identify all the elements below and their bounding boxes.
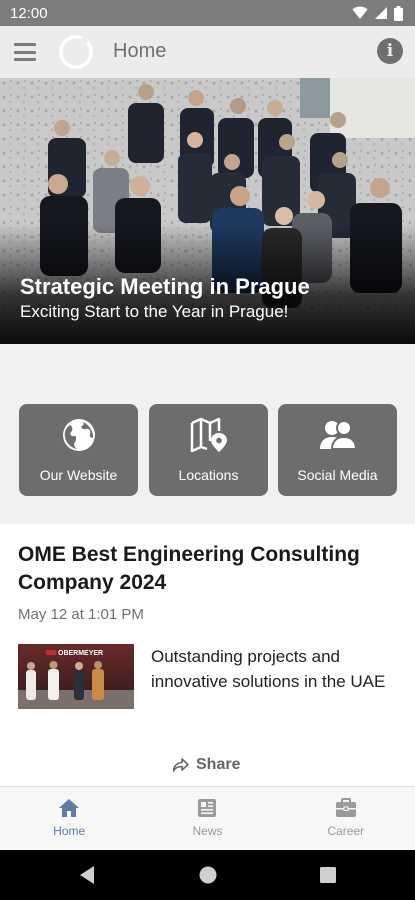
share-icon xyxy=(172,758,189,772)
quick-links: Our Website Locations Social Media xyxy=(0,344,415,524)
status-time: 12:00 xyxy=(10,4,48,22)
people-icon xyxy=(319,420,357,450)
back-icon[interactable] xyxy=(78,865,96,885)
nav-label: News xyxy=(192,824,223,838)
nav-career[interactable]: Career xyxy=(277,787,415,850)
map-pin-icon xyxy=(190,417,227,453)
nav-home[interactable]: Home xyxy=(0,787,138,850)
share-label: Share xyxy=(196,756,241,773)
cellular-icon xyxy=(375,7,387,19)
home-circle-icon[interactable] xyxy=(198,865,218,885)
news-date: May 12 at 1:01 PM xyxy=(18,606,144,623)
status-icons xyxy=(352,5,403,21)
our-website-button[interactable]: Our Website xyxy=(19,404,138,496)
app-logo xyxy=(59,35,93,69)
nav-label: Home xyxy=(53,824,86,838)
tile-label: Social Media xyxy=(297,467,378,483)
tile-label: Locations xyxy=(178,467,239,483)
hero-banner[interactable]: Strategic Meeting in Prague Exciting Sta… xyxy=(0,78,415,344)
battery-icon xyxy=(394,5,403,21)
news-icon xyxy=(198,799,217,817)
app-bar: Home i xyxy=(0,26,415,78)
nav-label: Career xyxy=(327,824,365,838)
wifi-icon xyxy=(352,6,368,19)
news-excerpt: Outstanding projects and innovative solu… xyxy=(151,647,386,691)
share-button[interactable]: Share xyxy=(172,756,240,774)
hero-title: Strategic Meeting in Prague xyxy=(20,274,310,299)
social-media-button[interactable]: Social Media xyxy=(278,404,397,496)
locations-button[interactable]: Locations xyxy=(149,404,268,496)
news-title[interactable]: OME Best Engineering Consulting Company … xyxy=(18,541,403,597)
nav-news[interactable]: News xyxy=(138,787,276,850)
bottom-nav: Home News Career xyxy=(0,786,415,850)
tile-label: Our Website xyxy=(39,467,118,483)
globe-icon xyxy=(62,419,95,451)
news-card: OME Best Engineering Consulting Company … xyxy=(0,524,415,786)
status-bar: 12:00 xyxy=(0,0,415,26)
thumbnail-brand-text: OBERMEYER xyxy=(58,650,103,657)
menu-icon[interactable] xyxy=(14,43,36,61)
home-icon xyxy=(59,799,80,817)
hero-subtitle: Exciting Start to the Year in Prague! xyxy=(20,302,289,321)
briefcase-icon xyxy=(335,798,356,817)
info-icon[interactable]: i xyxy=(377,38,403,64)
page-title: Home xyxy=(113,40,167,62)
news-thumbnail[interactable]: OBERMEYER xyxy=(18,644,134,709)
system-nav-bar xyxy=(0,850,415,900)
recents-icon[interactable] xyxy=(319,865,337,885)
